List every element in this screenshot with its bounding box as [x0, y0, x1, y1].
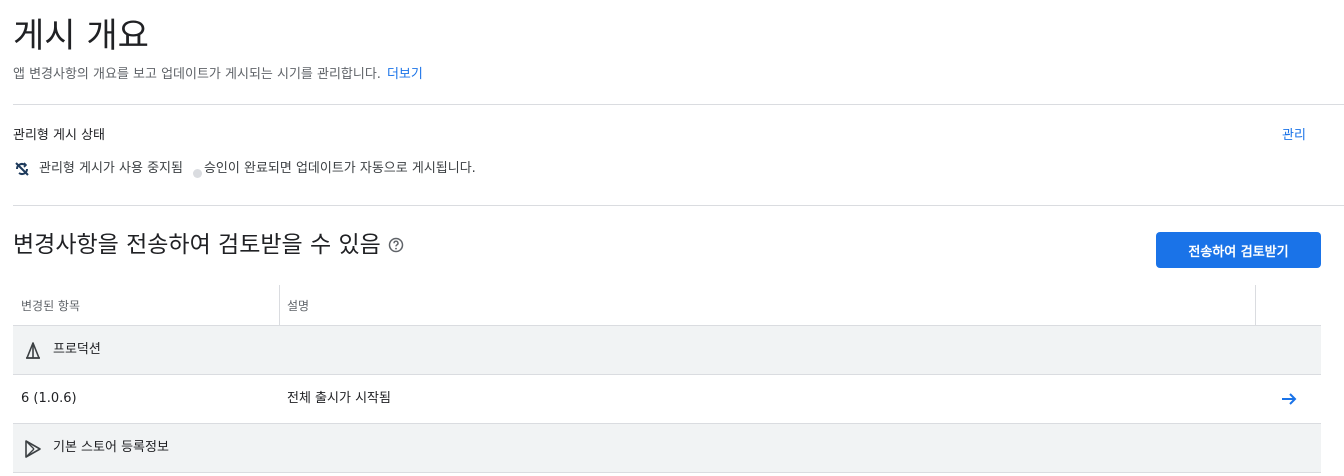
section-title: 변경사항을 전송하여 검토받을 수 있음 [13, 229, 404, 261]
managed-publishing-status: 관리형 게시가 사용 중지됨 승인이 완료되면 업데이트가 자동으로 게시됩니다… [13, 160, 476, 178]
changes-table: 변경된 항목 설명 프로덕션 6 (1.0.6) 전체 출시가 시작됨 기본 스… [13, 285, 1321, 473]
subtitle-text: 앱 변경사항의 개요를 보고 업데이트가 게시되는 시기를 관리합니다. [13, 67, 381, 82]
column-divider [1255, 285, 1256, 325]
table-header: 변경된 항목 설명 [13, 285, 1321, 326]
section-title-text: 변경사항을 전송하여 검토받을 수 있음 [13, 232, 381, 258]
page-title: 게시 개요 [13, 16, 149, 56]
column-header-description: 설명 [287, 299, 310, 313]
publishing-overview-page: 게시 개요 앱 변경사항의 개요를 보고 업데이트가 게시되는 시기를 관리합니… [0, 0, 1344, 476]
production-icon [23, 341, 43, 361]
group-label: 프로덕션 [53, 342, 101, 357]
group-label: 기본 스토어 등록정보 [53, 440, 169, 455]
column-header-changed-item: 변경된 항목 [21, 299, 81, 313]
help-icon[interactable] [388, 237, 404, 253]
managed-publishing-label: 관리형 게시 상태 [13, 128, 105, 143]
page-subtitle: 앱 변경사항의 개요를 보고 업데이트가 게시되는 시기를 관리합니다. 더보기 [13, 66, 423, 84]
divider [13, 104, 1344, 105]
store-play-icon [23, 439, 43, 459]
row-description: 전체 출시가 시작됨 [287, 391, 391, 406]
sync-disabled-icon [13, 160, 31, 178]
group-row-production: 프로덕션 [13, 326, 1321, 375]
arrow-right-icon[interactable] [1279, 389, 1299, 409]
separator-dot [192, 168, 202, 178]
learn-more-link[interactable]: 더보기 [387, 67, 423, 82]
manage-link[interactable]: 관리 [1282, 127, 1306, 145]
send-for-review-button[interactable]: 전송하여 검토받기 [1156, 232, 1321, 268]
column-divider [279, 285, 280, 325]
table-row[interactable]: 6 (1.0.6) 전체 출시가 시작됨 [13, 375, 1321, 424]
divider [13, 205, 1344, 206]
group-row-store-listing: 기본 스토어 등록정보 [13, 424, 1321, 473]
status-detail: 승인이 완료되면 업데이트가 자동으로 게시됩니다. [203, 161, 476, 176]
row-item: 6 (1.0.6) [21, 391, 77, 406]
status-text: 관리형 게시가 사용 중지됨 [39, 161, 183, 176]
